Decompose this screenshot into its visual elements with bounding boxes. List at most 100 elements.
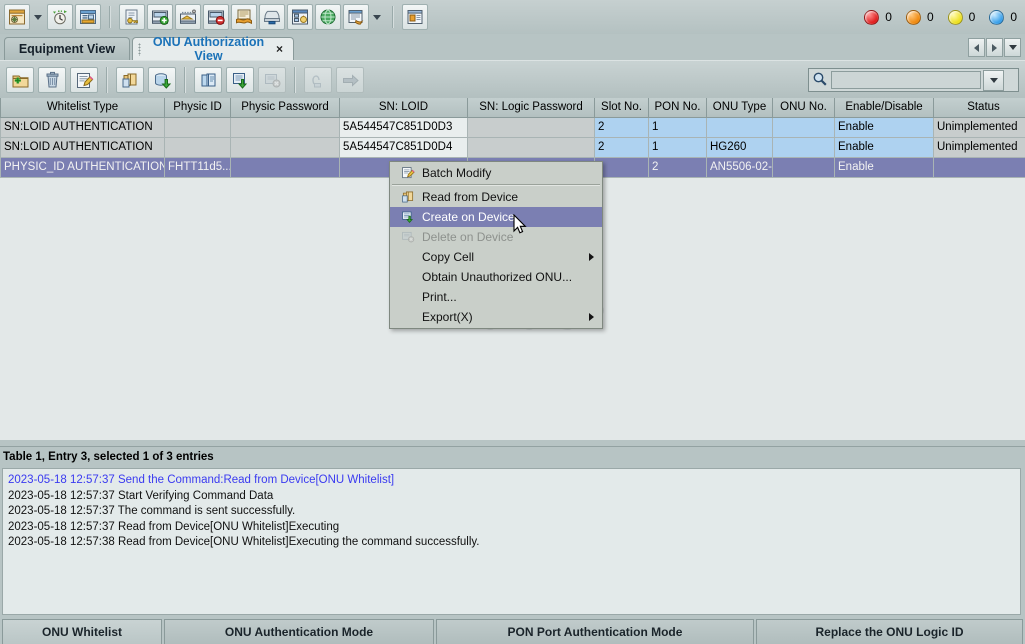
context-menu-item-create-on-device[interactable]: Create on Device [390, 207, 602, 227]
table-header-physic_password[interactable]: Physic Password [230, 98, 340, 118]
table-header-enable_disable[interactable]: Enable/Disable [834, 98, 934, 118]
table-header-onu_type[interactable]: ONU Type [706, 98, 773, 118]
alarm-lamp-item[interactable]: 0 [947, 9, 975, 25]
table-cell-status[interactable]: Unimplemented [933, 116, 1025, 138]
tab-onu-authorization-view[interactable]: ONU Authorization View × [132, 35, 294, 63]
table-row[interactable]: SN:LOID AUTHENTICATION 5A544547C851D0D4 2 1… [0, 136, 1025, 158]
alarm-lamp-item[interactable]: 0 [864, 9, 892, 25]
table-row[interactable]: SN:LOID AUTHENTICATION 5A544547C851D0D3 2 1… [0, 116, 1025, 138]
table-cell-whitelist_type[interactable]: SN:LOID AUTHENTICATION [0, 116, 165, 138]
table-cell-enable_disable[interactable]: Enable [834, 116, 934, 138]
context-menu-item-export[interactable]: Export(X) [390, 307, 602, 327]
alarm-board-icon[interactable] [287, 4, 313, 30]
alarm-lamp-item[interactable]: 0 [905, 9, 934, 25]
log-panel[interactable]: 2023-05-18 12:57:37 Send the Command:Rea… [2, 468, 1021, 615]
server-icon[interactable] [259, 4, 285, 30]
discover-device-icon[interactable] [175, 4, 201, 30]
copy-record-icon[interactable] [194, 67, 222, 93]
tab-list-dropdown-button[interactable] [1004, 38, 1021, 57]
context-menu-item-copy-cell[interactable]: Copy Cell [390, 247, 602, 267]
table-cell-sn_logic_password[interactable] [467, 136, 595, 158]
table-cell-physic_id[interactable] [164, 136, 231, 158]
table-cell-physic_password[interactable] [230, 136, 340, 158]
globe-icon[interactable] [315, 4, 341, 30]
onu-list-icon[interactable] [75, 4, 101, 30]
table-cell-slot_no[interactable]: 2 [594, 116, 649, 138]
close-icon[interactable]: × [276, 43, 283, 55]
alarm-lamp-item[interactable]: 0 [989, 9, 1017, 25]
critical-alarm-count: 0 [885, 10, 892, 24]
config-key-icon[interactable] [119, 4, 145, 30]
bottom-tab-onu-whitelist[interactable]: ONU Whitelist [2, 619, 162, 644]
tab-equipment-view[interactable]: Equipment View [4, 37, 130, 60]
table-header-slot_no[interactable]: Slot No. [594, 98, 649, 118]
modify-whitelist-icon[interactable] [70, 67, 98, 93]
bottom-tab-pon-port-authentication-mode[interactable]: PON Port Authentication Mode [436, 619, 754, 644]
table-cell-enable_disable[interactable]: Enable [834, 156, 934, 178]
table-cell-onu_type[interactable]: HG260 [706, 136, 773, 158]
table-header-onu_no[interactable]: ONU No. [772, 98, 835, 118]
search-dropdown-button[interactable] [983, 69, 1004, 91]
window-layout-icon[interactable] [402, 4, 428, 30]
add-whitelist-icon[interactable] [6, 67, 34, 93]
device-manager-dropdown-arrow[interactable] [31, 4, 45, 30]
tab-grip-icon [138, 43, 141, 56]
table-cell-onu_no[interactable] [772, 136, 835, 158]
context-menu-item-label: Obtain Unauthorized ONU... [422, 270, 573, 284]
table-cell-onu_no[interactable] [772, 156, 835, 178]
table-cell-whitelist_type[interactable]: SN:LOID AUTHENTICATION [0, 136, 165, 158]
table-cell-status[interactable]: Unimplemented [933, 136, 1025, 158]
tab-prev-button[interactable] [968, 38, 985, 57]
table-cell-onu_type[interactable]: AN5506-02-F [706, 156, 773, 178]
report-icon[interactable] [343, 4, 369, 30]
table-cell-pon_no[interactable]: 1 [648, 136, 707, 158]
context-menu-item-print[interactable]: Print... [390, 287, 602, 307]
table-header-sn_loid[interactable]: SN: LOID [339, 98, 468, 118]
search-box[interactable] [808, 68, 1019, 92]
table-cell-whitelist_type[interactable]: PHYSIC_ID AUTHENTICATION [0, 156, 165, 178]
table-cell-slot_no[interactable]: 2 [594, 136, 649, 158]
table-cell-status[interactable] [933, 156, 1025, 178]
table-header-whitelist_type[interactable]: Whitelist Type [0, 98, 165, 118]
performance-clock-icon[interactable] [47, 4, 73, 30]
table-cell-pon_no[interactable]: 1 [648, 116, 707, 138]
context-menu[interactable]: Batch Modify Read from Device Create on De… [389, 161, 603, 329]
context-menu-item-read-from-device[interactable]: Read from Device [390, 187, 602, 207]
table-header-pon_no[interactable]: PON No. [648, 98, 707, 118]
remove-device-icon[interactable] [203, 4, 229, 30]
bottom-tab-onu-authentication-mode[interactable]: ONU Authentication Mode [164, 619, 434, 644]
table-cell-enable_disable[interactable]: Enable [834, 136, 934, 158]
bottom-tab-replace-the-onu-logic-id[interactable]: Replace the ONU Logic ID [756, 619, 1023, 644]
delete-on-device-icon [398, 230, 418, 244]
table-cell-pon_no[interactable]: 2 [648, 156, 707, 178]
report-dropdown-arrow[interactable] [370, 4, 384, 30]
add-device-icon[interactable] [147, 4, 173, 30]
table-cell-sn_loid[interactable]: 5A544547C851D0D4 [339, 136, 468, 158]
context-menu-item-label: Read from Device [422, 190, 519, 204]
table-header-sn_logic_password[interactable]: SN: Logic Password [467, 98, 595, 118]
create-on-device-icon[interactable] [148, 67, 176, 93]
apply-record-icon[interactable] [226, 67, 254, 93]
table-header-status[interactable]: Status [933, 98, 1025, 118]
table-cell-onu_no[interactable] [772, 116, 835, 138]
table-cell-onu_type[interactable] [706, 116, 773, 138]
table-cell-physic_password[interactable] [230, 156, 340, 178]
delete-whitelist-icon[interactable] [38, 67, 66, 93]
table-header-physic_id[interactable]: Physic ID [164, 98, 231, 118]
context-menu-item-obtain-unauthorized-onu[interactable]: Obtain Unauthorized ONU... [390, 267, 602, 287]
read-from-device-icon[interactable] [116, 67, 144, 93]
tab-next-button[interactable] [986, 38, 1003, 57]
table-cell-physic_id[interactable] [164, 116, 231, 138]
backup-device-icon[interactable] [231, 4, 257, 30]
table-cell-sn_loid[interactable]: 5A544547C851D0D3 [339, 116, 468, 138]
read-from-device-icon [398, 190, 418, 204]
table-cell-physic_password[interactable] [230, 116, 340, 138]
table-cell-physic_id[interactable]: FHTT11d5... [164, 156, 231, 178]
device-manager-icon[interactable] [4, 4, 30, 30]
table-cell-sn_logic_password[interactable] [467, 116, 595, 138]
context-menu-item-batch-modify[interactable]: Batch Modify [390, 163, 602, 183]
bottom-tab-label: PON Port Authentication Mode [507, 625, 683, 639]
search-input[interactable] [831, 71, 981, 89]
minor-alarm-lamp [947, 9, 963, 25]
major-alarm-lamp [905, 9, 921, 25]
